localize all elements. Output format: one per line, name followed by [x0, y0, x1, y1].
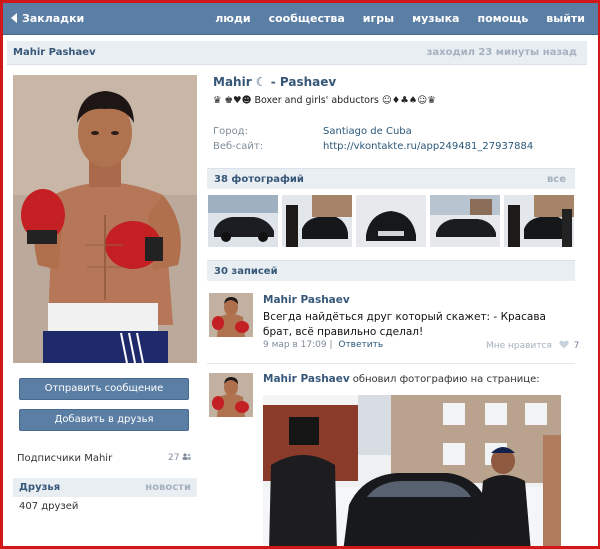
city-label: Город:	[213, 126, 248, 137]
avatar-thumb-image	[209, 293, 253, 337]
bookmarks-label: Закладки	[22, 12, 85, 25]
photo-thumbnail[interactable]	[430, 195, 500, 247]
top-navigation-bar: Закладки люди сообщества игры музыка пом…	[3, 3, 598, 35]
website-label: Веб-сайт:	[213, 141, 264, 152]
add-friend-button[interactable]: Добавить в друзья	[19, 409, 189, 431]
post-author-name[interactable]: Mahir Pashaev	[263, 294, 350, 306]
posts-title[interactable]: 30 записей	[214, 266, 278, 277]
photo-thumbnail[interactable]	[282, 195, 352, 247]
profile-header-name: Mahir Pashaev	[13, 47, 96, 58]
subscribers-count: 27	[168, 453, 192, 463]
bookmarks-link[interactable]: Закладки	[11, 12, 84, 25]
car-photo-image	[356, 195, 426, 247]
friends-count[interactable]: 407 друзей	[19, 501, 78, 512]
post-author-name[interactable]: Mahir Pashaev	[263, 373, 350, 385]
post-meta: 9 мар в 17:09 | Ответить	[263, 340, 383, 350]
profile-avatar[interactable]	[13, 75, 197, 363]
page-frame: Закладки люди сообщества игры музыка пом…	[0, 0, 600, 549]
post-action-text: обновил фотографию на странице:	[352, 374, 540, 385]
post-text: Всегда найдёться друг который скажет: - …	[263, 311, 546, 338]
reply-link[interactable]: Ответить	[338, 340, 383, 350]
like-button[interactable]: Мне нравится 7	[486, 340, 579, 351]
photo-thumbnail[interactable]	[208, 195, 278, 247]
like-count: 7	[573, 341, 580, 351]
back-arrow-icon	[11, 13, 17, 23]
car-photo-image	[430, 195, 500, 247]
nav-logout[interactable]: выйти	[546, 12, 585, 25]
website-link[interactable]: http://vkontakte.ru/app249481_27937884	[323, 141, 533, 152]
heart-icon	[559, 340, 569, 349]
profile-status: ♛ ♚♥☻ Boxer and girls' abductors ☺♦♣♠☺♛	[213, 95, 436, 106]
subscribers-link[interactable]: Подписчики Mahir	[17, 453, 112, 464]
nav-games[interactable]: игры	[363, 12, 394, 25]
photo-thumbnail[interactable]	[356, 195, 426, 247]
photo-thumbnails	[208, 195, 574, 247]
people-icon	[182, 453, 192, 460]
post-divider	[207, 363, 575, 364]
photos-header: 38 фотографий все	[207, 168, 575, 189]
avatar-thumb-image	[209, 373, 253, 417]
nav-music[interactable]: музыка	[412, 12, 459, 25]
friends-news-link[interactable]: новости	[145, 482, 191, 493]
car-photo-image	[208, 195, 278, 247]
friends-header: Друзья новости	[13, 478, 197, 497]
like-label: Мне нравится	[486, 341, 552, 351]
post-author-avatar[interactable]	[209, 293, 253, 337]
posts-header: 30 записей	[207, 260, 575, 281]
photos-title[interactable]: 38 фотографий	[214, 174, 304, 185]
car-photo-image	[504, 195, 574, 247]
last-seen-text: заходил 23 минуты назад	[426, 47, 577, 58]
car-photo-image	[282, 195, 352, 247]
nav-communities[interactable]: сообщества	[269, 12, 345, 25]
photos-all-link[interactable]: все	[547, 174, 566, 185]
post-author-line: Mahir Pashaev обновил фотографию на стран…	[263, 373, 540, 385]
send-message-button[interactable]: Отправить сообщение	[19, 378, 189, 400]
photo-thumbnail[interactable]	[504, 195, 574, 247]
friends-title[interactable]: Друзья	[19, 482, 60, 493]
post-date[interactable]: 9 мар в 17:09	[263, 340, 327, 350]
profile-header: Mahir Pashaev заходил 23 минуты назад	[7, 41, 587, 65]
post-author-avatar[interactable]	[209, 373, 253, 417]
nav-people[interactable]: люди	[215, 12, 250, 25]
winter-car-photo-image	[263, 395, 561, 546]
main-menu: люди сообщества игры музыка помощь выйти	[215, 12, 585, 25]
profile-display-name: Mahir ☾ - Pashaev	[213, 75, 337, 89]
city-value[interactable]: Santiago de Cuba	[323, 126, 412, 137]
avatar-photo-image	[13, 75, 197, 363]
separator: |	[329, 340, 336, 350]
post-photo[interactable]	[263, 395, 561, 546]
nav-help[interactable]: помощь	[477, 12, 528, 25]
